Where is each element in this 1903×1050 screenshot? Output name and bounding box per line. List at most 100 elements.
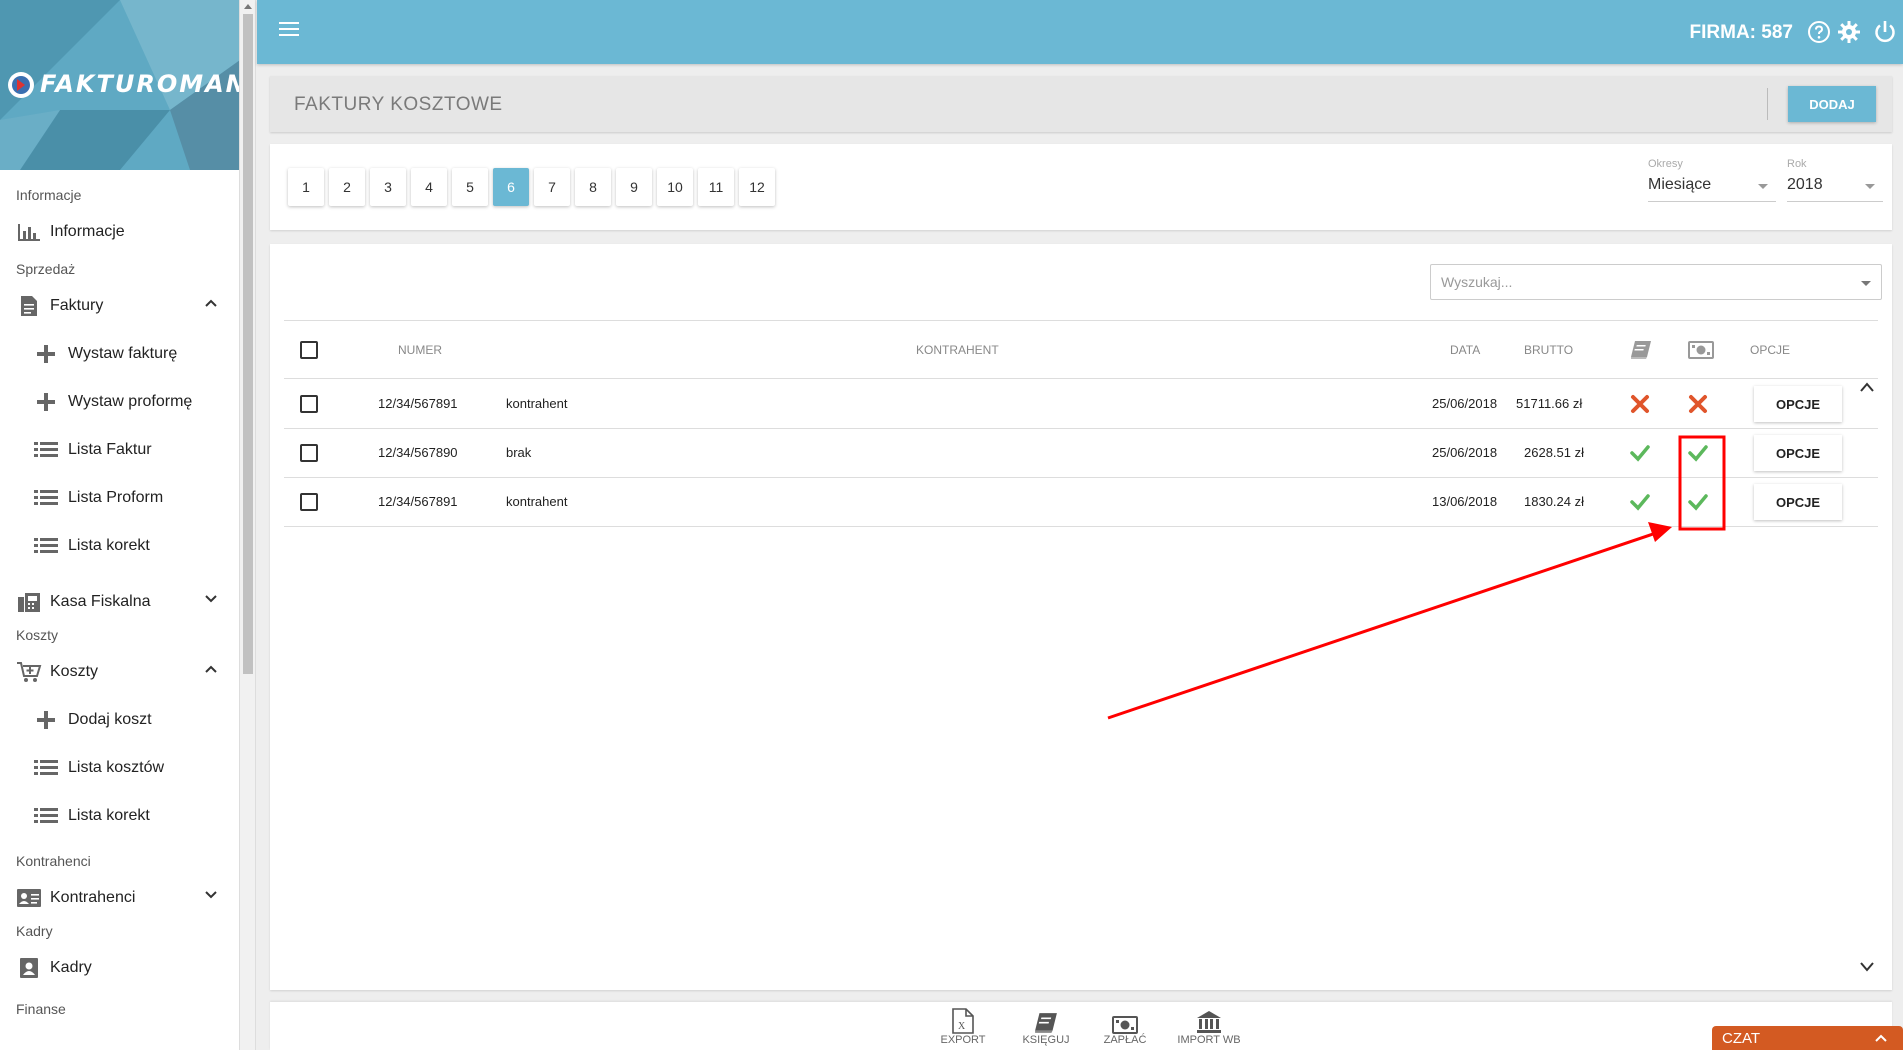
sidebar-item-lista-kosztow[interactable]: Lista kosztów: [0, 744, 239, 792]
select-all-checkbox[interactable]: [300, 341, 318, 359]
sidebar-item-kontrahenci[interactable]: Kontrahenci: [0, 874, 239, 922]
scrollbar-thumb[interactable]: [243, 14, 253, 674]
search-input[interactable]: [1431, 265, 1881, 299]
month-filter-bar: 1 2 3 4 5 6 7 8 9 10 11 12 Okresy Miesią…: [270, 144, 1892, 230]
year-value[interactable]: 2018: [1787, 174, 1883, 202]
header-numer[interactable]: NUMER: [398, 343, 442, 357]
section-finanse: Finanse: [16, 1001, 66, 1017]
year-select[interactable]: Rok 2018: [1787, 158, 1883, 202]
brand-header[interactable]: FAKTUROMANIA: [0, 0, 239, 170]
period-select[interactable]: Okresy Miesiące: [1648, 158, 1776, 202]
header-brutto[interactable]: BRUTTO: [1524, 343, 1573, 357]
sidebar-item-label: Lista korekt: [68, 537, 150, 554]
hamburger-menu-icon[interactable]: [279, 22, 299, 38]
add-button[interactable]: DODAJ: [1788, 86, 1876, 122]
zaplac-button[interactable]: ZAPŁAĆ: [1100, 1008, 1150, 1046]
sidebar-item-kasa-fiskalna[interactable]: Kasa Fiskalna: [0, 578, 239, 626]
list-icon: [34, 806, 58, 826]
options-button[interactable]: OPCJE: [1754, 386, 1842, 422]
options-button[interactable]: OPCJE: [1754, 484, 1842, 520]
cross-icon[interactable]: [1630, 394, 1650, 414]
sidebar-item-wystaw-fakture[interactable]: Wystaw fakturę: [0, 330, 239, 378]
plus-icon: [34, 392, 58, 412]
sidebar-item-kadry[interactable]: Kadry: [0, 944, 239, 992]
page-button-10[interactable]: 10: [657, 168, 693, 206]
chevron-up-icon[interactable]: [205, 665, 217, 673]
cell-numer: 12/34/567891: [378, 396, 458, 411]
caret-down-icon: [1758, 184, 1768, 189]
period-value[interactable]: Miesiące: [1648, 174, 1776, 202]
scroll-up-arrow-icon[interactable]: [244, 4, 252, 9]
table-row[interactable]: 12/34/567891 kontrahent 25/06/2018 51711…: [284, 380, 1878, 429]
sidebar-item-lista-korekt[interactable]: Lista korekt: [0, 522, 239, 570]
sidebar-item-informacje[interactable]: Informacje: [0, 208, 239, 256]
search-box[interactable]: [1430, 264, 1882, 300]
page-button-5[interactable]: 5: [452, 168, 488, 206]
chevron-down-icon[interactable]: [205, 595, 217, 603]
check-icon[interactable]: [1630, 492, 1650, 512]
header-data[interactable]: DATA: [1450, 343, 1480, 357]
sidebar-item-koszty[interactable]: Koszty: [0, 648, 239, 696]
company-label: FIRMA: 587: [1689, 22, 1793, 43]
check-icon[interactable]: [1688, 443, 1708, 463]
options-button[interactable]: OPCJE: [1754, 435, 1842, 471]
power-icon[interactable]: [1873, 20, 1897, 44]
caret-down-icon: [1865, 184, 1875, 189]
sidebar-item-dodaj-koszt[interactable]: Dodaj koszt: [0, 696, 239, 744]
id-card-icon: [16, 887, 42, 909]
sidebar-item-label: Wystaw fakturę: [68, 345, 178, 362]
cross-icon[interactable]: [1688, 394, 1708, 414]
page-button-3[interactable]: 3: [370, 168, 406, 206]
table-scroll-down-icon[interactable]: [1860, 962, 1874, 972]
table-scroll-up-icon[interactable]: [1860, 382, 1874, 392]
sidebar-item-label: Kadry: [50, 959, 92, 976]
chat-widget[interactable]: CZAT: [1712, 1026, 1903, 1050]
sidebar-item-label: Faktury: [50, 297, 104, 314]
import-wb-button[interactable]: IMPORT WB: [1174, 1008, 1244, 1046]
sidebar-item-faktury[interactable]: Faktury: [0, 282, 239, 330]
cell-brutto: 1830.24 zł: [1524, 494, 1584, 509]
bottom-toolbar: X EXPORT KSIĘGUJ ZAPŁAĆ IMPORT WB: [270, 1002, 1892, 1050]
sidebar-item-lista-faktur[interactable]: Lista Faktur: [0, 426, 239, 474]
sidebar-item-lista-korekt-koszty[interactable]: Lista korekt: [0, 792, 239, 840]
header-kontrahent[interactable]: KONTRAHENT: [916, 343, 999, 357]
page-button-9[interactable]: 9: [616, 168, 652, 206]
caret-down-icon[interactable]: [1861, 281, 1871, 286]
ksieguj-button[interactable]: KSIĘGUJ: [1018, 1008, 1074, 1046]
sidebar-item-lista-proform[interactable]: Lista Proform: [0, 474, 239, 522]
page-button-2[interactable]: 2: [329, 168, 365, 206]
row-checkbox[interactable]: [300, 493, 318, 511]
book-icon: [1035, 1013, 1057, 1033]
page-button-8[interactable]: 8: [575, 168, 611, 206]
page-button-12[interactable]: 12: [739, 168, 775, 206]
export-button[interactable]: X EXPORT: [938, 1008, 988, 1046]
table-row[interactable]: 12/34/567890 brak 25/06/2018 2628.51 zł …: [284, 429, 1878, 478]
check-icon[interactable]: [1688, 492, 1708, 512]
sidebar-item-wystaw-proforme[interactable]: Wystaw proformę: [0, 378, 239, 426]
chevron-up-icon[interactable]: [1875, 1034, 1887, 1042]
cell-brutto: 51711.66 zł: [1516, 396, 1583, 411]
row-checkbox[interactable]: [300, 395, 318, 413]
sidebar-item-label: Dodaj koszt: [68, 711, 152, 728]
year-value-text: 2018: [1787, 176, 1823, 193]
cell-kontrahent: kontrahent: [506, 494, 568, 509]
period-label: Okresy: [1648, 158, 1683, 170]
chevron-up-icon[interactable]: [205, 299, 217, 307]
gear-icon[interactable]: [1837, 20, 1861, 44]
page-button-4[interactable]: 4: [411, 168, 447, 206]
sidebar-scrollbar[interactable]: [240, 0, 256, 1050]
list-icon: [34, 440, 58, 460]
chevron-down-icon[interactable]: [205, 891, 217, 899]
table-header: NUMER KONTRAHENT DATA BRUTTO OPCJE: [284, 321, 1878, 379]
cell-data: 25/06/2018: [1432, 396, 1498, 411]
page-button-11[interactable]: 11: [698, 168, 734, 206]
page-button-1[interactable]: 1: [288, 168, 324, 206]
page-button-6-active[interactable]: 6: [493, 168, 529, 206]
page-title-bar: FAKTURY KOSZTOWE DODAJ: [270, 76, 1892, 132]
table-row[interactable]: 12/34/567891 kontrahent 13/06/2018 1830.…: [284, 478, 1878, 527]
page-button-7[interactable]: 7: [534, 168, 570, 206]
sidebar-item-label: Informacje: [50, 223, 125, 240]
help-icon[interactable]: [1807, 20, 1831, 44]
check-icon[interactable]: [1630, 443, 1650, 463]
row-checkbox[interactable]: [300, 444, 318, 462]
